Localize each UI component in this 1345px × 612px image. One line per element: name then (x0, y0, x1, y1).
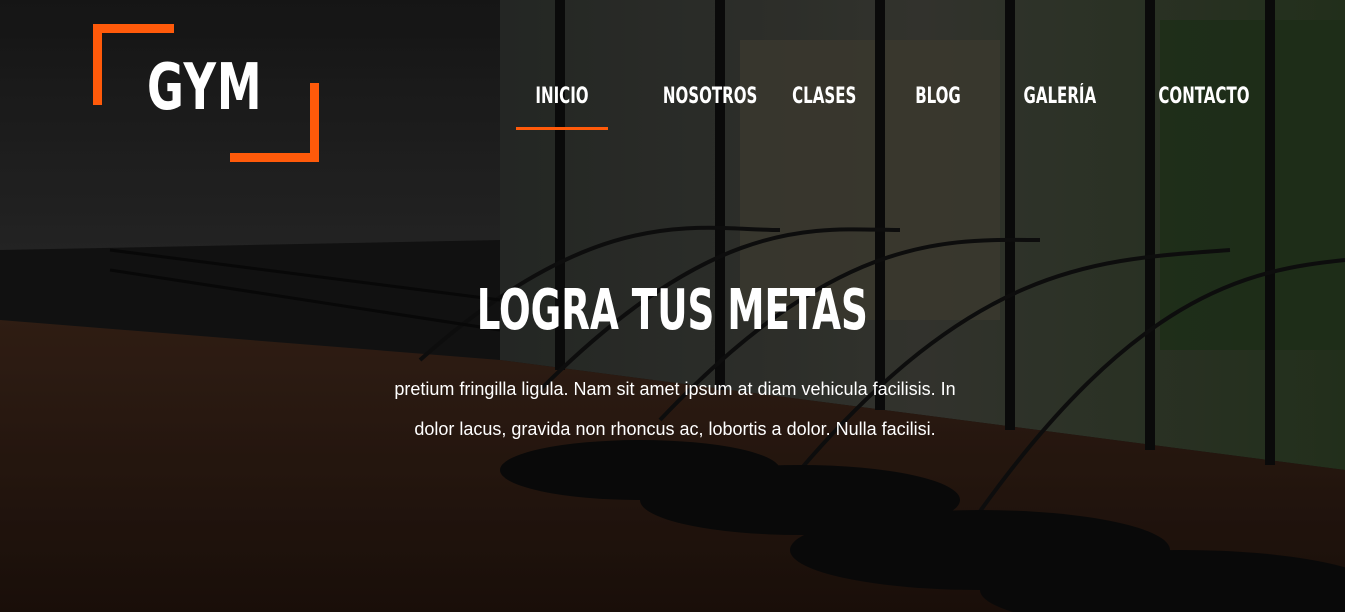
nav-item-nosotros[interactable]: NOSOTROS (648, 82, 757, 130)
nav-item-inicio[interactable]: INICIO (516, 82, 608, 130)
nav-item-contacto[interactable]: CONTACTO (1144, 82, 1249, 130)
main-nav: INICIO NOSOTROS CLASES BLOG GALERÍA CONT… (516, 82, 1249, 130)
hero-section: GYM INICIO NOSOTROS CLASES BLOG GALERÍA … (0, 0, 1345, 612)
hero-title: LOGRA TUS METAS (476, 278, 869, 343)
nav-item-blog[interactable]: BLOG (908, 82, 961, 130)
hero-description: pretium fringilla ligula. Nam sit amet i… (394, 379, 956, 439)
brand-logo[interactable]: GYM (93, 24, 319, 162)
nav-item-clases[interactable]: CLASES (782, 82, 856, 130)
logo-text: GYM (147, 51, 263, 125)
nav-item-galeria[interactable]: GALERÍA (1012, 82, 1096, 130)
